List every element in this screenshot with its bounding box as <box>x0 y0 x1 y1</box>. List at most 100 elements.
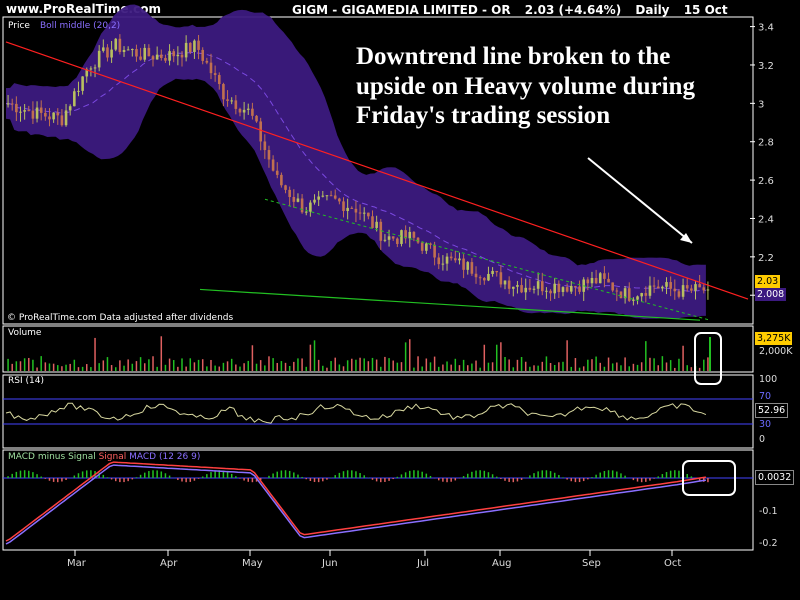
candle-body <box>292 196 296 202</box>
candle-body <box>35 107 39 119</box>
candle-body <box>706 289 710 291</box>
candle-body <box>652 285 656 287</box>
candle-body <box>64 110 68 126</box>
candle-body <box>400 230 403 244</box>
rsi-tick-0: 0 <box>759 434 766 445</box>
candle-body <box>280 174 283 186</box>
x-tick-label: May <box>242 558 263 569</box>
rsi-panel-label: RSI (14) <box>8 376 44 386</box>
panel-frame <box>2 325 754 373</box>
candle-body <box>474 273 478 278</box>
candle-body <box>640 293 643 297</box>
candle-body <box>561 287 565 292</box>
candle-body <box>68 106 72 111</box>
candle-body <box>147 47 151 57</box>
candle-body <box>545 290 548 292</box>
candle-body <box>466 262 470 270</box>
candle-body <box>632 299 635 301</box>
candle-body <box>690 288 693 291</box>
rsi-line <box>5 402 707 424</box>
macd-panel-label: MACD minus Signal Signal MACD (12 26 9) <box>8 452 200 462</box>
candle-body <box>135 49 138 57</box>
panel-frame <box>2 374 754 449</box>
candle-body <box>114 38 118 50</box>
candle-body <box>346 207 349 212</box>
candle-body <box>656 286 660 289</box>
candle-body <box>222 84 225 100</box>
candle-body <box>458 258 461 261</box>
macd-tick-2: -0.2 <box>759 538 778 549</box>
candle-body <box>412 231 416 238</box>
rsi-tick-100: 100 <box>759 374 778 385</box>
annotation-text: Downtrend line broken to the upside on H… <box>356 43 695 129</box>
candle-body <box>677 291 681 297</box>
candle-body <box>483 278 486 281</box>
candle-body <box>694 284 697 291</box>
candle-body <box>491 270 494 274</box>
candle-body <box>180 54 184 58</box>
candle-body <box>39 107 43 113</box>
candle-body <box>23 110 26 112</box>
copyright-footer: © ProRealTime.com Data adjusted after di… <box>7 313 234 323</box>
candle-body <box>217 75 221 85</box>
candle-body <box>441 263 445 265</box>
candle-body <box>681 285 685 297</box>
candle-body <box>367 212 370 217</box>
candle-body <box>81 76 84 91</box>
price-tick-label: 2.2 <box>758 253 774 264</box>
last-volume-box: 3,275K <box>755 332 793 345</box>
candle-body <box>73 91 76 107</box>
candle-body <box>350 207 354 209</box>
candle-body <box>151 56 155 60</box>
candle-body <box>317 196 320 200</box>
rsi-value-box: 52.96 <box>755 403 789 418</box>
candle-body <box>89 68 93 70</box>
price-tick-label: 3 <box>758 99 764 110</box>
candle-body <box>507 280 511 289</box>
candle-body <box>420 242 424 251</box>
volume-panel-label: Volume <box>8 328 42 338</box>
candle-body <box>338 198 341 202</box>
candle-body <box>375 221 378 228</box>
candle-body <box>495 270 499 273</box>
macd-label: MACD (12 26 9) <box>129 452 201 462</box>
candle-body <box>354 208 358 213</box>
candle-body <box>661 286 664 289</box>
x-tick-label: Apr <box>160 558 178 569</box>
candle-body <box>168 51 171 61</box>
candle-body <box>454 258 457 261</box>
candle-body <box>578 286 581 292</box>
candle-body <box>333 195 337 199</box>
candle-body <box>309 202 312 212</box>
candle-body <box>122 49 126 53</box>
candle-body <box>271 159 275 171</box>
candle-body <box>669 282 672 289</box>
candle-body <box>176 54 180 57</box>
candle-body <box>449 256 453 259</box>
candle-body <box>685 285 689 289</box>
candle-body <box>44 112 47 117</box>
candle-body <box>6 103 10 105</box>
candle-body <box>209 62 213 74</box>
candle-body <box>52 112 55 120</box>
candle-body <box>246 108 250 110</box>
candle-body <box>673 288 677 292</box>
candle-body <box>396 238 399 244</box>
candle-body <box>503 280 507 285</box>
x-tick-label: Jun <box>321 558 338 569</box>
candle-body <box>275 170 279 175</box>
candle-body <box>371 216 374 228</box>
candle-body <box>524 287 528 293</box>
candle-body <box>304 211 308 213</box>
candle-body <box>636 296 639 300</box>
volume-tick: 2,000K <box>759 346 793 357</box>
candle-body <box>10 103 14 105</box>
candle-body <box>594 277 598 284</box>
candle-body <box>56 112 60 116</box>
candle-body <box>313 199 316 203</box>
candle-body <box>553 283 557 294</box>
candle-body <box>540 281 544 292</box>
candle-body <box>433 244 436 258</box>
candle-body <box>391 236 395 239</box>
candle-body <box>226 99 229 101</box>
